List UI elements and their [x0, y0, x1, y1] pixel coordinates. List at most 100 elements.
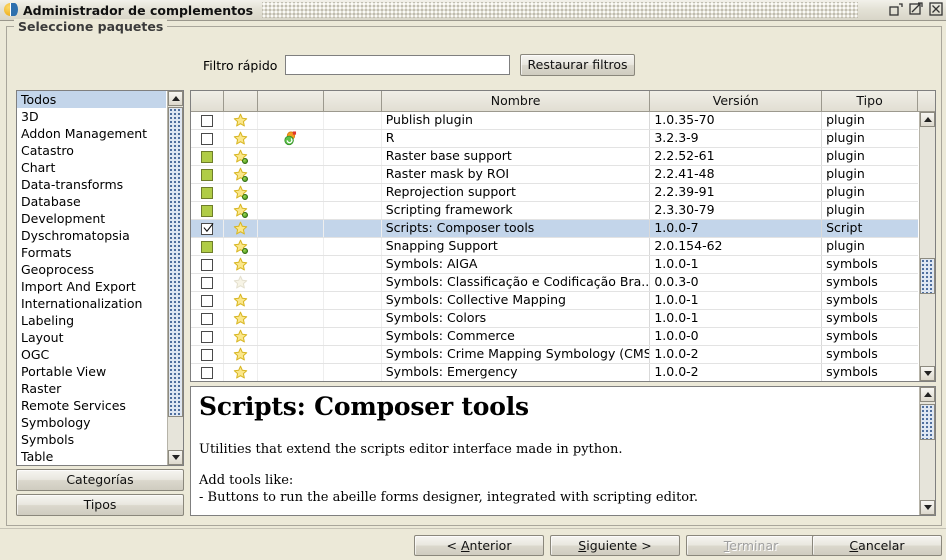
- row-checkbox-cell[interactable]: [191, 256, 224, 273]
- maximize-button[interactable]: [909, 2, 924, 17]
- table-row[interactable]: Reprojection support 2.2.39-91 plugin: [191, 184, 918, 202]
- reset-filters-button[interactable]: Restaurar filtros: [520, 54, 635, 76]
- category-item[interactable]: Data-transforms: [17, 176, 166, 193]
- star-icon[interactable]: [233, 185, 248, 200]
- category-item[interactable]: OGC: [17, 346, 166, 363]
- checkbox-icon[interactable]: [200, 258, 213, 271]
- restore-button[interactable]: [889, 2, 904, 17]
- row-star-cell[interactable]: [224, 220, 258, 237]
- table-row[interactable]: Symbols: Emergency 1.0.0-2 symbols: [191, 364, 918, 381]
- checkbox-installed-icon[interactable]: [200, 168, 213, 181]
- row-star-cell[interactable]: [224, 166, 258, 183]
- row-checkbox-cell[interactable]: [191, 364, 224, 381]
- checkbox-icon[interactable]: [200, 276, 213, 289]
- row-star-cell[interactable]: [224, 346, 258, 363]
- star-icon[interactable]: [233, 329, 248, 344]
- star-icon[interactable]: [233, 131, 248, 146]
- row-checkbox-cell[interactable]: [191, 202, 224, 219]
- row-star-cell[interactable]: [224, 292, 258, 309]
- category-item[interactable]: Development: [17, 210, 166, 227]
- table-row[interactable]: Raster mask by ROI 2.2.41-48 plugin: [191, 166, 918, 184]
- checkbox-installed-icon[interactable]: [200, 186, 213, 199]
- table-scrollbar[interactable]: [919, 112, 935, 381]
- cancel-button[interactable]: Cancelar: [812, 535, 942, 556]
- category-item[interactable]: Import And Export: [17, 278, 166, 295]
- category-item[interactable]: Dyschromatopsia: [17, 227, 166, 244]
- table-row[interactable]: Raster base support 2.2.52-61 plugin: [191, 148, 918, 166]
- table-row[interactable]: Symbols: Colors 1.0.0-1 symbols: [191, 310, 918, 328]
- row-star-cell[interactable]: [224, 112, 258, 129]
- row-checkbox-cell[interactable]: [191, 238, 224, 255]
- row-star-cell[interactable]: [224, 274, 258, 291]
- quick-filter-input[interactable]: [285, 55, 510, 75]
- category-item[interactable]: Chart: [17, 159, 166, 176]
- checkbox-icon[interactable]: [200, 348, 213, 361]
- types-button[interactable]: Tipos: [16, 494, 184, 516]
- header-version[interactable]: Versión: [650, 91, 823, 111]
- scroll-up-button[interactable]: [920, 387, 935, 402]
- row-star-cell[interactable]: [224, 130, 258, 147]
- category-item[interactable]: Geoprocess: [17, 261, 166, 278]
- row-star-cell[interactable]: [224, 184, 258, 201]
- checkbox-icon[interactable]: [200, 330, 213, 343]
- header-checkbox-column[interactable]: [191, 91, 224, 111]
- category-item[interactable]: Symbols: [17, 431, 166, 448]
- categories-list[interactable]: Todos 3D Addon Management Catastro Chart Data…: [16, 90, 184, 466]
- category-item[interactable]: Labeling: [17, 312, 166, 329]
- scroll-down-button[interactable]: [920, 366, 935, 381]
- category-item[interactable]: Todos: [17, 91, 166, 108]
- star-icon[interactable]: [233, 239, 248, 254]
- category-item[interactable]: Addon Management: [17, 125, 166, 142]
- category-item[interactable]: Symbology: [17, 414, 166, 431]
- table-row[interactable]: Scripting framework 2.3.30-79 plugin: [191, 202, 918, 220]
- category-item[interactable]: Remote Services: [17, 397, 166, 414]
- star-icon[interactable]: [233, 113, 248, 128]
- row-checkbox-cell[interactable]: [191, 346, 224, 363]
- table-row[interactable]: Scripts: Composer tools 1.0.0-7 Script: [191, 220, 918, 238]
- table-row[interactable]: Symbols: Classificação e Codificação Bra…: [191, 274, 918, 292]
- row-checkbox-cell[interactable]: [191, 130, 224, 147]
- category-item[interactable]: Internationalization: [17, 295, 166, 312]
- categories-button[interactable]: Categorías: [16, 469, 184, 491]
- row-star-cell[interactable]: [224, 148, 258, 165]
- row-checkbox-cell[interactable]: [191, 166, 224, 183]
- scroll-up-button[interactable]: [920, 112, 935, 127]
- close-button[interactable]: [929, 2, 944, 17]
- star-icon[interactable]: [233, 221, 248, 236]
- star-icon[interactable]: [233, 311, 248, 326]
- checkbox-checked-icon[interactable]: [200, 222, 214, 235]
- scroll-down-button[interactable]: [920, 500, 935, 515]
- star-icon[interactable]: [233, 167, 248, 182]
- category-item[interactable]: Raster: [17, 380, 166, 397]
- category-item[interactable]: Catastro: [17, 142, 166, 159]
- scroll-thumb[interactable]: [168, 107, 183, 417]
- header-spacer-column[interactable]: [323, 91, 382, 111]
- header-star-column[interactable]: [223, 91, 258, 111]
- previous-button[interactable]: < Anterior: [414, 535, 544, 556]
- category-item[interactable]: Portable View: [17, 363, 166, 380]
- category-item[interactable]: 3D: [17, 108, 166, 125]
- checkbox-installed-icon[interactable]: [200, 240, 213, 253]
- detail-scrollbar[interactable]: [919, 387, 935, 515]
- row-star-cell[interactable]: [224, 328, 258, 345]
- category-item[interactable]: Table: [17, 448, 166, 465]
- category-item[interactable]: Layout: [17, 329, 166, 346]
- scroll-down-button[interactable]: [168, 450, 183, 465]
- packages-table[interactable]: Nombre Versión Tipo Publish plugin 1.0.35…: [190, 90, 936, 382]
- star-icon[interactable]: [233, 365, 248, 380]
- category-item[interactable]: Database: [17, 193, 166, 210]
- scroll-up-button[interactable]: [168, 91, 183, 106]
- row-checkbox-cell[interactable]: [191, 310, 224, 327]
- row-checkbox-cell[interactable]: [191, 292, 224, 309]
- table-row[interactable]: Symbols: AIGA 1.0.0-1 symbols: [191, 256, 918, 274]
- star-icon[interactable]: [233, 347, 248, 362]
- next-button[interactable]: Siguiente >: [550, 535, 680, 556]
- table-row[interactable]: Symbols: Commerce 1.0.0-0 symbols: [191, 328, 918, 346]
- scroll-thumb[interactable]: [920, 258, 935, 294]
- table-row[interactable]: Snapping Support 2.0.154-62 plugin: [191, 238, 918, 256]
- checkbox-icon[interactable]: [200, 294, 213, 307]
- row-star-cell[interactable]: [224, 238, 258, 255]
- checkbox-installed-icon[interactable]: [200, 204, 213, 217]
- scroll-track[interactable]: [920, 127, 935, 366]
- table-row[interactable]: R 3.2.3-9 plugin: [191, 130, 918, 148]
